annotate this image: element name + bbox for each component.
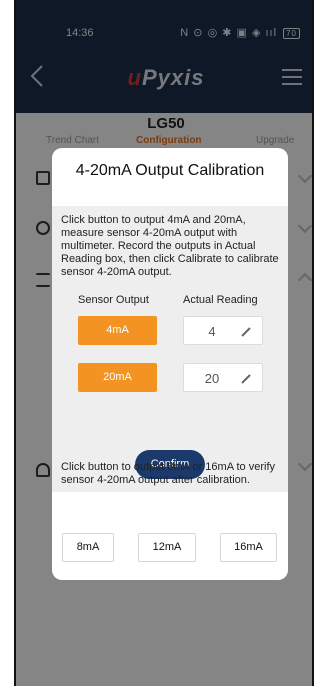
actual-reading-header: Actual Reading [183,294,258,306]
calibration-instructions: Click button to output 4mA and 20mA, mea… [61,214,279,278]
calibration-dialog: 4-20mA Output Calibration Click button t… [52,148,288,580]
output-16ma-button[interactable]: 16mA [220,533,277,562]
actual-reading-20ma-value: 20 [204,371,220,386]
output-4ma-button[interactable]: 4mA [78,316,157,345]
actual-reading-4ma-value: 4 [208,324,216,339]
actual-reading-4ma-input[interactable]: 4 [183,316,263,345]
output-8ma-button[interactable]: 8mA [62,533,114,562]
verify-instructions: Click button to output 8mA or 16mA to ve… [61,461,275,486]
sensor-output-header: Sensor Output [78,294,149,306]
pencil-icon [240,325,252,337]
dialog-title: 4-20mA Output Calibration [75,162,265,179]
actual-reading-20ma-input[interactable]: 20 [183,363,263,392]
output-12ma-button[interactable]: 12mA [138,533,196,562]
output-20ma-button[interactable]: 20mA [78,363,157,392]
calibration-section: Click button to output 4mA and 20mA, mea… [52,206,288,492]
pencil-icon [240,372,252,384]
